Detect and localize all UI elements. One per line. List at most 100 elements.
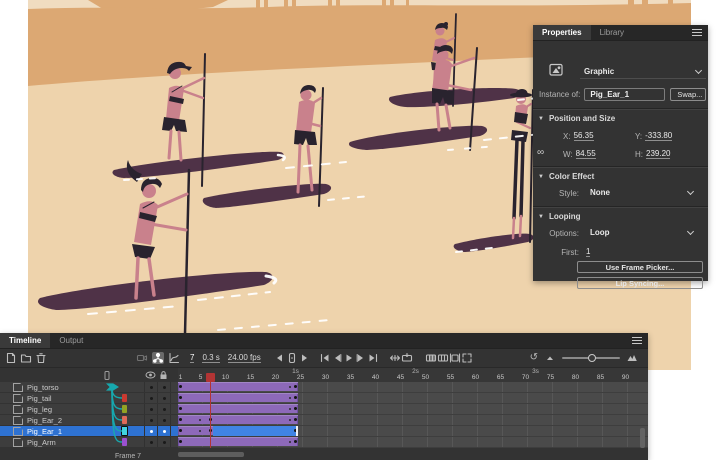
go-to-last-frame-icon[interactable] (367, 352, 379, 364)
style-dropdown[interactable]: None (586, 188, 698, 199)
layer-depth-graph-icon[interactable] (168, 352, 180, 364)
onion-skin-outlines-icon[interactable] (437, 352, 449, 364)
layer-lock-dot[interactable] (163, 430, 166, 433)
layer-lock-dot[interactable] (163, 441, 166, 444)
properties-panel: Properties Library Graphic Instance of: … (533, 25, 708, 281)
layer-parenting-icon[interactable] (152, 352, 164, 364)
layer-row[interactable]: Pig_Arm (0, 437, 178, 448)
tween-span[interactable] (178, 393, 298, 402)
ruler-frame-number: 55 (447, 374, 454, 381)
tab-timeline[interactable]: Timeline (0, 333, 50, 348)
insertion-bar (296, 426, 298, 436)
section-position-and-size[interactable]: ▼ Position and Size (533, 114, 708, 123)
collapse-triangle-icon[interactable]: ▼ (538, 174, 544, 180)
layer-lock-dot[interactable] (163, 408, 166, 411)
vertical-scrollbar[interactable] (640, 428, 645, 448)
delete-layer-icon[interactable] (35, 352, 47, 364)
previous-frame-icon[interactable] (331, 352, 343, 364)
looping-options-dropdown[interactable]: Loop (586, 228, 698, 239)
layer-visibility-dot[interactable] (150, 430, 153, 433)
tab-output[interactable]: Output (50, 333, 92, 348)
swap-button[interactable]: Swap... (670, 88, 706, 101)
layer-lock-dot[interactable] (163, 397, 166, 400)
modify-markers-icon[interactable] (461, 352, 473, 364)
use-frame-picker-button[interactable]: Use Frame Picker... (577, 261, 703, 273)
layer-visibility-dot[interactable] (150, 441, 153, 444)
x-value[interactable]: 56.35 (574, 131, 594, 141)
frame-row[interactable] (178, 437, 648, 448)
lip-syncing-button[interactable]: Lip Syncing... (577, 277, 703, 289)
layer-type-icon (13, 383, 23, 392)
new-layer-icon[interactable] (5, 352, 17, 364)
w-value[interactable]: 84.55 (576, 149, 596, 159)
zoom-in-timeline-icon[interactable] (626, 352, 638, 364)
collapse-triangle-icon[interactable]: ▼ (538, 214, 544, 220)
selected-frames[interactable] (213, 426, 298, 436)
tween-span[interactable] (178, 437, 298, 446)
parent-chip[interactable] (122, 416, 127, 424)
step-back-icon[interactable] (274, 352, 286, 364)
show-hide-all-layers-icon[interactable] (145, 371, 156, 379)
layer-row[interactable]: Pig_leg (0, 404, 178, 415)
panel-menu-icon[interactable] (632, 337, 642, 344)
tween-span[interactable] (178, 382, 298, 391)
zoom-slider-knob[interactable] (588, 354, 596, 362)
reset-timeline-zoom-icon[interactable]: ↺ (530, 352, 538, 364)
edit-multiple-frames-icon[interactable] (449, 352, 461, 364)
layer-lock-dot[interactable] (163, 386, 166, 389)
frame-ruler[interactable]: 1510152025303540455055606570758085901s2s… (178, 368, 648, 383)
horizontal-scrollbar[interactable] (178, 452, 244, 457)
layer-lock-dot[interactable] (163, 419, 166, 422)
new-folder-icon[interactable] (20, 352, 32, 364)
camera-icon[interactable] (136, 352, 148, 364)
ruler-seconds-label: 1s (292, 368, 299, 375)
y-value[interactable]: -333.80 (645, 131, 672, 141)
symbol-type-dropdown[interactable]: Graphic (580, 67, 706, 79)
parent-chip[interactable] (122, 438, 127, 446)
next-frame-icon[interactable] (355, 352, 367, 364)
layer-row[interactable]: Pig_torso (0, 382, 178, 393)
frame-row[interactable] (178, 426, 648, 437)
frame-row[interactable] (178, 382, 648, 393)
play-icon[interactable] (343, 352, 355, 364)
layer-visibility-dot[interactable] (150, 397, 153, 400)
frame-row[interactable] (178, 393, 648, 404)
h-value[interactable]: 239.20 (646, 149, 670, 159)
loop-playback-icon[interactable] (401, 352, 413, 364)
tween-span[interactable] (178, 415, 298, 424)
timeline-zoom-slider[interactable] (562, 357, 620, 359)
layer-visibility-dot[interactable] (150, 386, 153, 389)
section-looping[interactable]: ▼ Looping (533, 212, 708, 221)
loop-range-icon[interactable] (286, 352, 298, 364)
layer-row[interactable]: Pig_Ear_1 (0, 426, 178, 437)
parent-chip[interactable] (122, 394, 127, 402)
parent-anchor-icon[interactable] (106, 383, 119, 391)
onion-skin-icon[interactable] (425, 352, 437, 364)
step-forward-icon[interactable] (298, 352, 310, 364)
tween-span[interactable] (178, 404, 298, 413)
layer-row[interactable]: Pig_tail (0, 393, 178, 404)
collapse-triangle-icon[interactable]: ▼ (538, 116, 544, 122)
elapsed-time-hot-text[interactable]: 0.3 s (202, 353, 219, 363)
chevron-down-icon (687, 188, 694, 195)
frame-rate-hot-text[interactable]: 24.00 fps (228, 353, 261, 363)
layer-visibility-dot[interactable] (150, 419, 153, 422)
frame-row[interactable] (178, 404, 648, 415)
zoom-out-timeline-icon[interactable] (544, 352, 556, 364)
panel-menu-icon[interactable] (692, 29, 702, 36)
link-width-height-icon[interactable]: ∞ (537, 147, 544, 158)
first-frame-value[interactable]: 1 (586, 247, 590, 257)
frame-row[interactable] (178, 415, 648, 426)
section-color-effect[interactable]: ▼ Color Effect (533, 172, 708, 181)
current-frame-hot-text[interactable]: 7 (190, 353, 194, 363)
layer-visibility-dot[interactable] (150, 408, 153, 411)
tab-library[interactable]: Library (591, 25, 633, 40)
center-frame-icon[interactable] (389, 352, 401, 364)
parent-chip[interactable] (121, 426, 128, 436)
lock-all-layers-icon[interactable] (159, 370, 168, 380)
tab-properties[interactable]: Properties (533, 25, 591, 40)
layer-row[interactable]: Pig_Ear_2 (0, 415, 178, 426)
instance-name-field[interactable]: Pig_Ear_1 (584, 88, 665, 101)
parent-chip[interactable] (122, 405, 127, 413)
go-to-first-frame-icon[interactable] (319, 352, 331, 364)
